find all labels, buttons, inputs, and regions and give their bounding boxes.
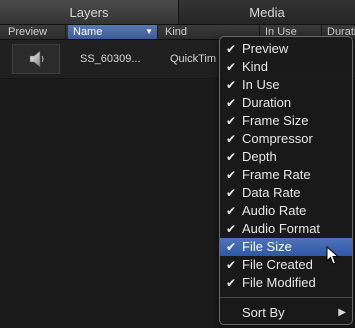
menu-item-preview[interactable]: ✔ Preview — [220, 40, 352, 58]
menu-separator — [220, 297, 352, 298]
checkmark-icon: ✔ — [226, 258, 237, 272]
menu-item-label: File Size — [242, 239, 292, 254]
column-header-preview[interactable]: Preview — [4, 25, 66, 39]
menu-item-sort-by[interactable]: Sort By ▶ — [220, 304, 352, 322]
tab-media[interactable]: Media — [179, 0, 355, 24]
menu-item-compressor[interactable]: ✔ Compressor — [220, 130, 352, 148]
menu-item-label: Frame Size — [242, 113, 309, 128]
row-kind: QuickTim — [170, 53, 217, 65]
menu-item-label: File Created — [242, 257, 313, 272]
checkmark-icon: ✔ — [226, 78, 237, 92]
tab-layers[interactable]: Layers — [0, 0, 179, 24]
checkmark-icon: ✔ — [226, 60, 237, 74]
menu-item-audio-format[interactable]: ✔ Audio Format — [220, 220, 352, 238]
menu-item-label: Sort By — [242, 305, 285, 320]
checkmark-icon: ✔ — [226, 114, 237, 128]
column-visibility-context-menu: ✔ Preview ✔ Kind ✔ In Use ✔ Duration ✔ F… — [219, 36, 353, 325]
menu-item-in-use[interactable]: ✔ In Use — [220, 76, 352, 94]
menu-item-duration[interactable]: ✔ Duration — [220, 94, 352, 112]
column-header-name[interactable]: Name ▼ — [68, 25, 158, 39]
menu-item-frame-rate[interactable]: ✔ Frame Rate — [220, 166, 352, 184]
menu-item-label: Audio Rate — [242, 203, 307, 218]
menu-item-label: Kind — [242, 59, 269, 74]
checkmark-icon: ✔ — [226, 204, 237, 218]
menu-item-label: Data Rate — [242, 185, 301, 200]
menu-item-data-rate[interactable]: ✔ Data Rate — [220, 184, 352, 202]
tab-bar: Layers Media — [0, 0, 355, 25]
menu-item-label: Compressor — [242, 131, 313, 146]
checkmark-icon: ✔ — [226, 132, 237, 146]
menu-item-label: Audio Format — [242, 221, 321, 236]
row-name: SS_60309... — [80, 53, 141, 65]
checkmark-icon: ✔ — [226, 168, 237, 182]
column-header-name-label: Name — [73, 26, 103, 38]
menu-item-label: Preview — [242, 41, 289, 56]
menu-item-label: Duration — [242, 95, 292, 110]
mouse-pointer-icon — [326, 246, 340, 265]
menu-item-frame-size[interactable]: ✔ Frame Size — [220, 112, 352, 130]
speaker-icon — [29, 50, 44, 68]
media-browser-panel: Layers Media Preview Name ▼ Kind In Use … — [0, 0, 355, 328]
checkmark-icon: ✔ — [226, 96, 237, 110]
menu-item-label: Frame Rate — [242, 167, 311, 182]
row-preview-thumbnail — [12, 44, 60, 74]
chevron-down-icon: ▼ — [145, 27, 153, 36]
checkmark-icon: ✔ — [226, 186, 237, 200]
menu-item-depth[interactable]: ✔ Depth — [220, 148, 352, 166]
menu-item-audio-rate[interactable]: ✔ Audio Rate — [220, 202, 352, 220]
menu-item-kind[interactable]: ✔ Kind — [220, 58, 352, 76]
checkmark-icon: ✔ — [226, 276, 237, 290]
checkmark-icon: ✔ — [226, 150, 237, 164]
menu-item-label: Depth — [242, 149, 277, 164]
menu-item-label: File Modified — [242, 275, 316, 290]
menu-item-file-modified[interactable]: ✔ File Modified — [220, 274, 352, 292]
checkmark-icon: ✔ — [226, 240, 237, 254]
submenu-arrow-icon: ▶ — [338, 307, 346, 318]
checkmark-icon: ✔ — [226, 42, 237, 56]
checkmark-icon: ✔ — [226, 222, 237, 236]
menu-item-label: In Use — [242, 77, 280, 92]
